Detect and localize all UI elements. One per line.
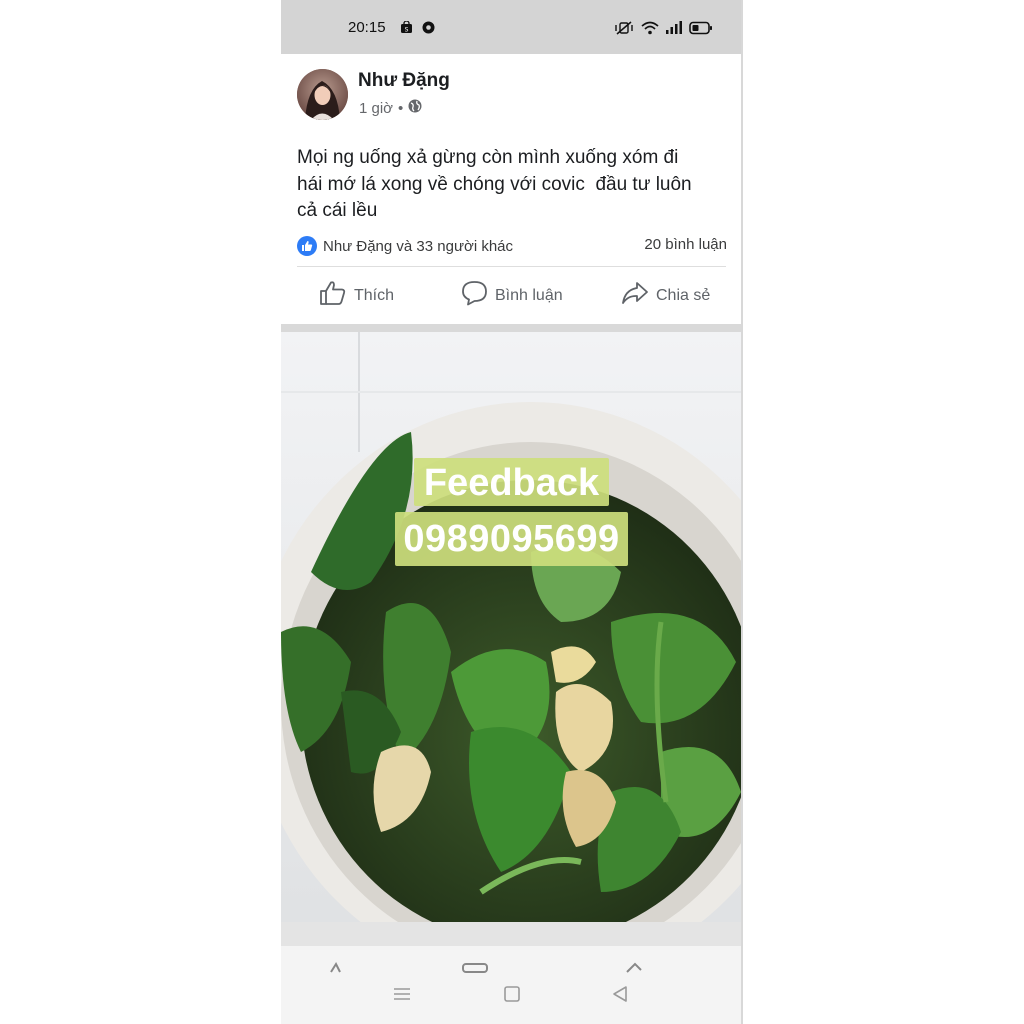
- feedback-phone-number: 0989095699: [395, 512, 628, 566]
- shop-notification-icon: S: [400, 21, 413, 34]
- feedback-label: Feedback: [413, 458, 610, 506]
- comments-count[interactable]: 20 bình luận: [644, 236, 727, 253]
- battery-icon: [689, 21, 713, 35]
- status-bar: 20:15 S: [281, 0, 742, 54]
- share-arrow-icon: [621, 280, 649, 311]
- post-text: Mọi ng uống xả gừng còn mình xuống xóm đ…: [297, 147, 692, 221]
- reactions-summary[interactable]: Như Đặng và 33 người khác: [297, 236, 513, 256]
- like-reaction-icon: [297, 236, 317, 256]
- menu-icon[interactable]: [393, 985, 411, 1008]
- globe-icon: [408, 99, 422, 117]
- screen-edge: [741, 0, 743, 1024]
- author-name[interactable]: Như Đặng: [358, 70, 450, 92]
- like-label: Thích: [354, 286, 395, 304]
- separator-band: [281, 324, 742, 332]
- phone-screen: 20:15 S Như Đặng 1 giờ • Mọi ng uống xả …: [281, 0, 742, 1024]
- home-square-icon[interactable]: [503, 985, 521, 1008]
- post-meta: 1 giờ •: [359, 99, 422, 117]
- comment-bubble-icon: [461, 280, 488, 311]
- share-label: Chia sẻ: [656, 286, 711, 304]
- wifi-icon: [641, 21, 659, 35]
- svg-text:S: S: [405, 27, 409, 34]
- post-photo[interactable]: Feedback 0989095699: [281, 332, 742, 946]
- feedback-overlay-line2: 0989095699: [281, 512, 742, 566]
- reactions-text: Như Đặng và 33 người khác: [323, 237, 514, 255]
- chrome-icon: [422, 21, 435, 34]
- share-button[interactable]: Chia sẻ: [621, 280, 710, 311]
- feedback-overlay-line1: Feedback: [281, 458, 742, 506]
- action-bar: Thích Bình luận Chia sẻ: [281, 280, 742, 314]
- signal-icon: [665, 21, 683, 35]
- like-button[interactable]: Thích: [319, 280, 394, 311]
- avatar[interactable]: [297, 69, 348, 120]
- mute-icon: [614, 21, 634, 35]
- thumbs-up-icon: [319, 280, 347, 311]
- herb-bowl-image: [281, 332, 742, 946]
- divider: [297, 266, 726, 267]
- post-time[interactable]: 1 giờ: [359, 100, 393, 117]
- comment-label: Bình luận: [495, 286, 563, 304]
- status-time: 20:15: [348, 19, 386, 36]
- meta-separator: •: [398, 99, 404, 117]
- back-triangle-icon[interactable]: [611, 985, 629, 1008]
- partial-toolbar-icons: [330, 961, 642, 973]
- comment-button[interactable]: Bình luận: [461, 280, 563, 311]
